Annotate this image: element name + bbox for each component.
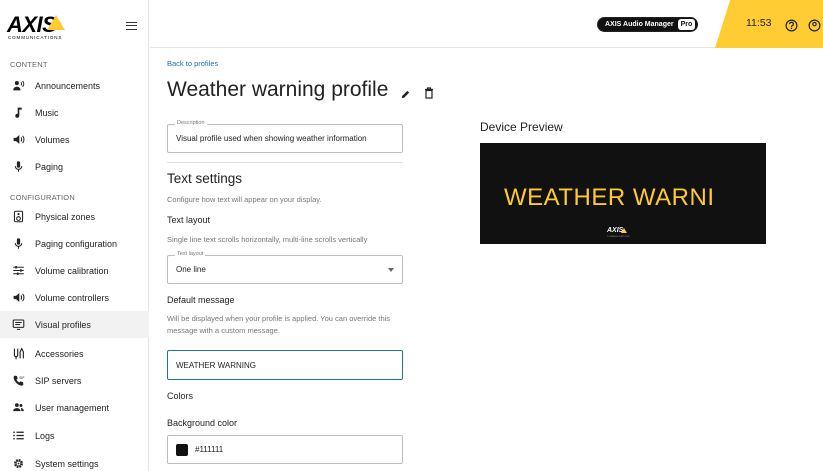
speaker-icon — [11, 290, 26, 305]
sidebar-item-announcements[interactable]: Announcements — [0, 72, 149, 99]
sidebar-item-label: Announcements — [35, 80, 101, 91]
description-field[interactable]: Description Visual profile used when sho… — [167, 120, 403, 153]
preview-logo-subtitle: COMMUNICATIONS — [607, 236, 630, 238]
sidebar-item-system-settings[interactable]: System settings — [0, 450, 149, 471]
text-layout-help: Single line text scrolls horizontally, m… — [167, 235, 368, 244]
product-tier: Pro — [677, 19, 696, 30]
sidebar-item-label: Paging — [35, 161, 64, 172]
delete-trash-icon[interactable] — [424, 84, 434, 99]
background-color-input[interactable]: #111111 — [167, 435, 403, 464]
sidebar-item-label: Logs — [35, 430, 55, 441]
preview-scrolling-text: WEATHER WARNI — [504, 184, 715, 211]
sidebar-item-label: Volume controllers — [35, 292, 110, 303]
microphone-icon — [11, 159, 26, 174]
speaker-icon — [11, 132, 26, 147]
microphone-icon — [11, 236, 26, 251]
default-message-heading: Default message — [167, 295, 235, 305]
users-icon — [11, 400, 26, 415]
sidebar-item-label: Volume calibration — [35, 265, 109, 276]
text-layout-heading: Text layout — [167, 215, 211, 225]
clock: 11:53 — [746, 17, 772, 29]
product-badge: AXIS Audio Manager Pro — [597, 17, 699, 32]
background-color-label: Background color — [167, 418, 238, 428]
sidebar-item-paging-configuration[interactable]: Paging configuration — [0, 230, 149, 257]
list-icon — [11, 428, 26, 443]
colors-heading: Colors — [167, 391, 194, 401]
clock-area: 11:53 — [715, 0, 823, 48]
logo-subtitle: COMMUNICATIONS — [8, 35, 63, 40]
default-message-value: WEATHER WARNING — [176, 361, 256, 370]
back-to-profiles-link[interactable]: Back to profiles — [167, 59, 218, 68]
phone-sip-icon: SIP — [11, 373, 26, 388]
speaker-box-icon — [11, 209, 26, 224]
sidebar-item-label: Volumes — [35, 134, 70, 145]
description-value: Visual profile used when showing weather… — [176, 134, 367, 143]
text-layout-legend: Text layout — [175, 251, 206, 257]
user-account-icon[interactable] — [808, 17, 821, 32]
device-preview: WEATHER WARNI AXIS COMMUNICATIONS — [480, 143, 766, 244]
sidebar-item-label: Accessories — [35, 348, 84, 359]
sidebar-item-volume-controllers[interactable]: Volume controllers — [0, 284, 149, 311]
sidebar: AXIS COMMUNICATIONS CONTENT Announcement… — [0, 0, 149, 471]
sidebar-item-volumes[interactable]: Volumes — [0, 126, 149, 153]
display-icon — [11, 317, 26, 332]
help-icon[interactable] — [785, 17, 798, 32]
gear-icon — [11, 456, 26, 471]
device-preview-title: Device Preview — [480, 120, 563, 134]
default-message-input[interactable]: WEATHER WARNING — [167, 350, 403, 380]
sidebar-item-label: Music — [35, 107, 59, 118]
chevron-down-icon — [388, 268, 394, 272]
divider — [167, 162, 403, 163]
sidebar-item-label: System settings — [35, 458, 99, 469]
menu-hamburger-icon[interactable] — [126, 22, 137, 30]
sliders-icon — [11, 263, 26, 278]
sidebar-item-label: Paging configuration — [35, 238, 118, 249]
topbar: AXIS Audio Manager Pro 11:53 — [150, 0, 823, 48]
sidebar-item-user-management[interactable]: User management — [0, 394, 149, 421]
preview-logo-triangle-icon — [621, 228, 627, 233]
accessories-icon — [11, 346, 26, 361]
text-layout-value: One line — [176, 265, 206, 274]
text-layout-select[interactable]: Text layout One line — [167, 251, 403, 284]
sidebar-item-sip-servers[interactable]: SIP SIP servers — [0, 367, 149, 394]
description-legend: Description — [175, 120, 207, 126]
sidebar-item-label: Visual profiles — [35, 319, 91, 330]
music-note-icon — [11, 105, 26, 120]
sidebar-item-label: Physical zones — [35, 211, 96, 222]
megaphone-person-icon — [11, 78, 26, 93]
sidebar-item-paging[interactable]: Paging — [0, 153, 149, 180]
svg-text:SIP: SIP — [19, 376, 24, 380]
sidebar-item-accessories[interactable]: Accessories — [0, 340, 149, 367]
section-label-content: CONTENT — [10, 60, 48, 69]
product-name: AXIS Audio Manager — [605, 21, 674, 28]
edit-pencil-icon[interactable] — [400, 85, 411, 99]
default-message-help: Will be displayed when your profile is a… — [167, 314, 391, 335]
color-swatch[interactable] — [176, 444, 188, 456]
text-settings-heading: Text settings — [167, 171, 243, 186]
text-settings-help: Configure how text will appear on your d… — [167, 195, 322, 204]
sidebar-item-visual-profiles[interactable]: Visual profiles — [0, 311, 149, 338]
sidebar-item-logs[interactable]: Logs — [0, 422, 149, 449]
sidebar-item-label: User management — [35, 402, 110, 413]
logo-triangle-icon — [47, 15, 65, 30]
sidebar-item-volume-calibration[interactable]: Volume calibration — [0, 257, 149, 284]
page-title: Weather warning profile — [167, 78, 389, 101]
background-color-value: #111111 — [195, 445, 224, 454]
sidebar-item-physical-zones[interactable]: Physical zones — [0, 203, 149, 230]
sidebar-item-label: SIP servers — [35, 375, 82, 386]
section-label-configuration: CONFIGURATION — [10, 193, 75, 202]
sidebar-item-music[interactable]: Music — [0, 99, 149, 126]
